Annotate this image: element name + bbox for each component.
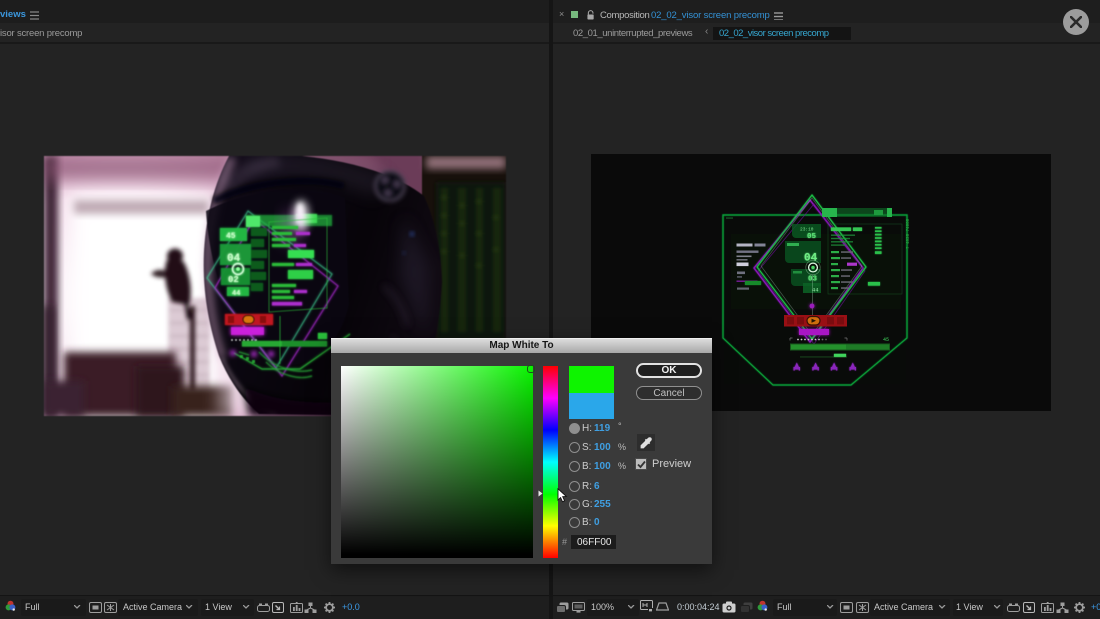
svg-text:44: 44 bbox=[232, 290, 240, 298]
svg-text:7 4838 74008: 7 4838 74008 bbox=[907, 218, 911, 249]
svg-text:45: 45 bbox=[226, 232, 236, 241]
svg-text:23:10: 23:10 bbox=[800, 227, 814, 233]
svg-text:45: 45 bbox=[883, 337, 889, 343]
svg-text:44: 44 bbox=[812, 287, 819, 294]
svg-text:04: 04 bbox=[804, 253, 818, 265]
svg-text:02: 02 bbox=[228, 275, 239, 285]
svg-text:05: 05 bbox=[807, 233, 817, 241]
